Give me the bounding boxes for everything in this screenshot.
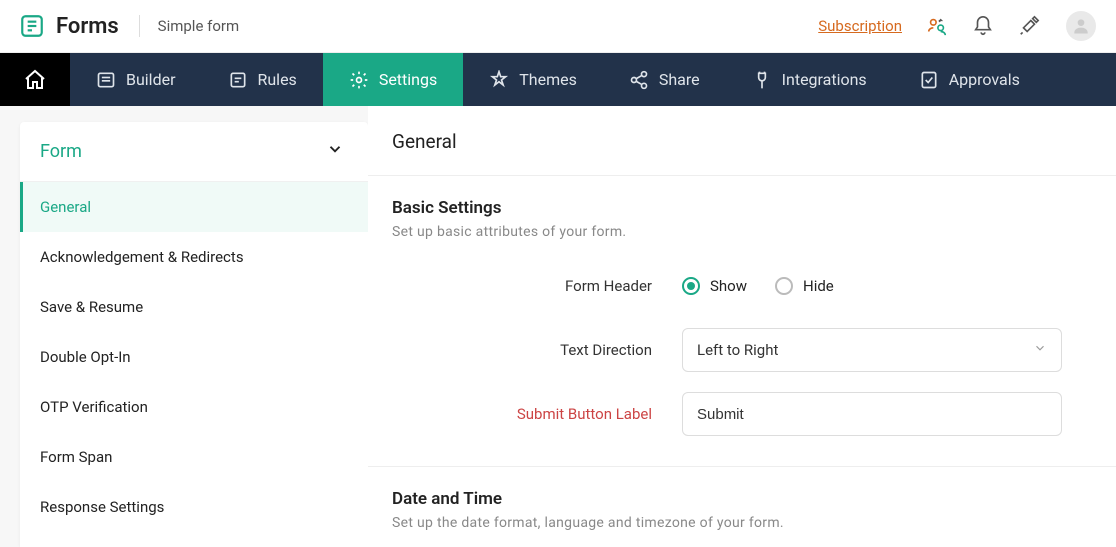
nav-tabs: Builder Rules Settings Themes Share Inte…	[0, 53, 1116, 106]
avatar[interactable]	[1066, 11, 1096, 41]
form-title: Simple form	[158, 17, 239, 35]
sidebar-item-label: Acknowledgement & Redirects	[40, 248, 244, 266]
field-text-direction: Text Direction Left to Right	[368, 318, 1116, 382]
field-label: Form Header	[392, 277, 682, 295]
chevron-down-icon	[326, 140, 344, 163]
radio-hide[interactable]: Hide	[775, 277, 834, 295]
field-label: Text Direction	[392, 341, 682, 359]
brand-name: Forms	[56, 14, 119, 39]
tab-builder[interactable]: Builder	[70, 53, 202, 106]
sidebar-item-ack-redirects[interactable]: Acknowledgement & Redirects	[20, 232, 368, 282]
sidebar-group-form[interactable]: Form	[20, 122, 368, 182]
tab-integrations[interactable]: Integrations	[726, 53, 893, 106]
radio-show[interactable]: Show	[682, 277, 747, 295]
sidebar-item-label: OTP Verification	[40, 398, 148, 416]
section-desc: Set up the date format, language and tim…	[392, 515, 1092, 531]
section-title: Date and Time	[392, 489, 1092, 509]
bell-icon[interactable]	[970, 13, 996, 39]
section-title: Basic Settings	[392, 198, 1092, 218]
settings-sidebar: Form General Acknowledgement & Redirects…	[20, 122, 368, 547]
user-swap-icon[interactable]	[924, 13, 950, 39]
sidebar-group-label: Form	[40, 141, 82, 162]
sidebar-item-otp[interactable]: OTP Verification	[20, 382, 368, 432]
chevron-down-icon	[1033, 341, 1047, 359]
brand: Forms	[18, 12, 119, 40]
sidebar-item-general[interactable]: General	[20, 182, 368, 232]
sidebar-item-double-opt-in[interactable]: Double Opt-In	[20, 332, 368, 382]
field-label: Submit Button Label	[392, 405, 682, 423]
topbar: Forms Simple form Subscription	[0, 0, 1116, 53]
page-title: General	[368, 106, 1116, 176]
field-submit-label: Submit Button Label	[368, 382, 1116, 446]
sidebar-item-response[interactable]: Response Settings	[20, 482, 368, 532]
sidebar-item-label: Double Opt-In	[40, 348, 131, 366]
tab-label: Share	[659, 70, 700, 89]
main-panel: General Basic Settings Set up basic attr…	[368, 106, 1116, 547]
radio-label: Hide	[803, 277, 834, 295]
section-desc: Set up basic attributes of your form.	[392, 224, 1092, 240]
tab-label: Integrations	[782, 70, 867, 89]
tab-label: Settings	[379, 70, 437, 89]
section-basic: Basic Settings Set up basic attributes o…	[368, 176, 1116, 254]
radio-icon	[682, 277, 700, 295]
brand-divider	[139, 15, 140, 37]
tools-icon[interactable]	[1016, 13, 1042, 39]
field-form-header: Form Header Show Hide	[368, 254, 1116, 318]
tab-approvals[interactable]: Approvals	[893, 53, 1046, 106]
sidebar-item-form-span[interactable]: Form Span	[20, 432, 368, 482]
tab-label: Builder	[126, 70, 176, 89]
tab-label: Rules	[258, 70, 297, 89]
select-value: Left to Right	[697, 341, 778, 359]
sidebar-item-label: Save & Resume	[40, 298, 143, 316]
forms-logo-icon	[18, 12, 46, 40]
tab-rules[interactable]: Rules	[202, 53, 323, 106]
radio-icon	[775, 277, 793, 295]
home-tab[interactable]	[0, 53, 70, 106]
text-direction-select[interactable]: Left to Right	[682, 328, 1062, 372]
submit-label-input[interactable]	[682, 392, 1062, 436]
subscription-link[interactable]: Subscription	[818, 17, 902, 35]
sidebar-item-label: General	[40, 198, 91, 216]
sidebar-item-save-resume[interactable]: Save & Resume	[20, 282, 368, 332]
tab-themes[interactable]: Themes	[463, 53, 603, 106]
sidebar-item-label: Form Span	[40, 448, 112, 466]
sidebar-item-label: Response Settings	[40, 498, 164, 516]
radio-label: Show	[710, 277, 747, 295]
section-datetime: Date and Time Set up the date format, la…	[368, 467, 1116, 545]
tab-label: Themes	[519, 70, 577, 89]
tab-share[interactable]: Share	[603, 53, 726, 106]
tab-settings[interactable]: Settings	[323, 53, 463, 106]
tab-label: Approvals	[949, 70, 1020, 89]
